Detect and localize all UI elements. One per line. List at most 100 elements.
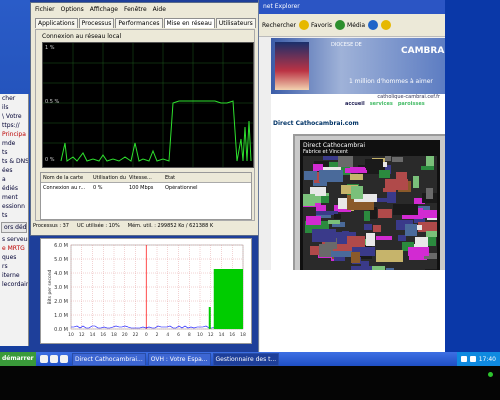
search-button[interactable]: Rechercher <box>262 22 296 29</box>
nav-home-link[interactable]: accueil <box>345 101 365 107</box>
video-glitch-block <box>392 157 403 162</box>
mrtg-x-tick-label: 20 <box>122 332 128 338</box>
tray-clock: 17:40 <box>478 355 496 363</box>
left-window-line-16[interactable]: e MRTG <box>0 244 28 253</box>
table-header-row: Nom de la carte Utilisation du r... Vite… <box>41 173 251 183</box>
col-header-state[interactable]: État <box>163 175 205 181</box>
start-button[interactable]: démarrer <box>0 352 36 366</box>
taskbar-task-1[interactable]: OVH : Votre Espa... <box>147 352 211 366</box>
status-processes: Processus : 37 <box>33 223 69 229</box>
mrtg-y-tick-label: 1.0 M <box>54 313 68 319</box>
left-window-line-7[interactable]: ts & DNS <box>0 157 28 166</box>
menu-item-1[interactable]: Options <box>61 6 84 13</box>
site-nav-links: accueil services paroisses <box>345 101 425 107</box>
left-window-line-0[interactable]: cher <box>0 94 28 103</box>
left-window-line-1[interactable]: ils <box>0 103 28 112</box>
left-window-line-10[interactable]: édiés <box>0 184 28 193</box>
col-header-speed[interactable]: Vitesse... <box>127 175 163 181</box>
media-button[interactable]: Média <box>335 20 365 30</box>
left-window-line-20[interactable]: lecordaire <box>0 280 28 289</box>
video-glitch-block <box>393 204 418 215</box>
video-glitch-block <box>321 196 329 203</box>
mail-button[interactable] <box>381 20 392 30</box>
left-browser-window[interactable]: cher ils \ Votre ttps://Principa mde ts ts & D… <box>0 94 29 346</box>
tab-1[interactable]: Processus <box>78 18 115 28</box>
network-graph-plot <box>43 43 253 167</box>
left-window-line-14[interactable]: ors dédiés <box>1 222 27 233</box>
left-window-line-18[interactable]: rs <box>0 262 28 271</box>
video-glitch-block <box>319 170 343 182</box>
tab-3[interactable]: Mise en réseau <box>163 18 215 28</box>
mrtg-chart-svg: 6.0 M5.0 M4.0 M3.0 M2.0 M1.0 M0.0 M10 12 1… <box>47 243 246 338</box>
search-label: Rechercher <box>262 21 296 29</box>
left-window-line-12[interactable]: essionn <box>0 202 28 211</box>
left-window-line-4[interactable]: Principa <box>0 130 28 139</box>
left-window-line-13[interactable]: ts <box>0 211 28 220</box>
banner-slogan: 1 million d'hommes à aimer <box>349 78 433 85</box>
menu-item-2[interactable]: Affichage <box>90 6 118 13</box>
ie-titlebar[interactable]: net Explorer <box>259 0 446 14</box>
video-glitch-block <box>385 156 391 161</box>
left-window-line-15[interactable]: s serveur <box>0 235 28 244</box>
tab-0[interactable]: Applications <box>35 18 78 28</box>
tab-2[interactable]: Performances <box>115 18 163 28</box>
left-window-line-19[interactable]: iterne <box>0 271 28 280</box>
graph-ylabel-top: 1 % <box>45 45 55 51</box>
video-glitch-block <box>426 231 437 237</box>
mrtg-x-tick-label: 12 <box>208 332 214 338</box>
mrtg-y-tick-label: 6.0 M <box>54 243 68 249</box>
menu-item-3[interactable]: Fenêtre <box>124 6 147 13</box>
status-memory: Mém. util. : 299852 Ko / 621388 K <box>127 223 214 229</box>
quick-launch <box>40 355 68 363</box>
left-window-line-3[interactable]: ttps:// <box>0 121 28 130</box>
left-window-line-17[interactable]: ques <box>0 253 28 262</box>
video-glitch-block <box>366 233 375 246</box>
quicklaunch-ie-icon[interactable] <box>50 355 58 363</box>
tray-volume-icon[interactable] <box>469 356 476 362</box>
task-manager-statusbar: Processus : 37 UC utilisée : 10% Mém. ut… <box>33 223 213 229</box>
left-window-line-11[interactable]: ment <box>0 193 28 202</box>
quicklaunch-desktop-icon[interactable] <box>40 355 48 363</box>
video-glitch-block <box>408 247 429 256</box>
left-window-line-8[interactable]: ées <box>0 166 28 175</box>
video-glitch-block <box>377 198 396 202</box>
video-player[interactable]: Direct Cathocambrai Fabrice et Vincent <box>300 140 440 288</box>
nav-parishes-link[interactable]: paroisses <box>398 101 425 107</box>
network-utilization-graph: 1 % 0.5 % 0 % <box>42 42 254 168</box>
mrtg-x-tick-label: 12 <box>79 332 85 338</box>
taskbar-task-0[interactable]: Direct Cathocambrai... <box>72 352 146 366</box>
mrtg-x-tick-label: 2 <box>156 332 159 338</box>
video-glitch-block <box>351 186 363 199</box>
history-button[interactable] <box>368 20 379 30</box>
left-window-line-6[interactable]: ts <box>0 148 28 157</box>
mrtg-traffic-chart: 6.0 M 5.0 M 4.0 M 3.0 M 2.0 M 1.0 M 0.0 M 10 12 1… <box>40 238 252 344</box>
nav-services-link[interactable]: services <box>370 101 393 107</box>
left-window-line-2[interactable]: \ Votre <box>0 112 28 121</box>
left-window-line-9[interactable]: a <box>0 175 28 184</box>
video-glitch-block <box>331 251 352 257</box>
menu-item-4[interactable]: Aide <box>153 6 166 13</box>
mrtg-x-tick-label: 0 <box>145 332 148 338</box>
quicklaunch-media-icon[interactable] <box>60 355 68 363</box>
tab-4[interactable]: Utilisateurs <box>215 18 256 28</box>
col-header-name[interactable]: Nom de la carte <box>41 175 91 181</box>
video-glitch-block <box>385 179 408 190</box>
table-row[interactable]: Connexion au r... 0 % 100 Mbps Opération… <box>41 183 251 192</box>
favorites-button[interactable]: Favoris <box>298 20 332 30</box>
site-navbar: catholique-cambrai.cef.fr accueil servic… <box>271 94 446 108</box>
video-glitch-block <box>328 220 340 224</box>
desktop-background-right <box>445 0 500 352</box>
tray-network-icon[interactable] <box>460 356 467 362</box>
menu-item-0[interactable]: Fichier <box>35 6 55 13</box>
left-window-line-5[interactable]: mde <box>0 139 28 148</box>
video-glitch-block <box>306 216 321 225</box>
mrtg-y-tick-label: 0.0 M <box>54 327 68 333</box>
col-header-utilization[interactable]: Utilisation du r... <box>91 175 127 181</box>
taskbar-task-2[interactable]: Gestionnaire des t... <box>212 352 280 366</box>
video-glitch-block <box>350 174 363 180</box>
video-subtitle: Fabrice et Vincent <box>303 149 348 155</box>
task-manager-menubar: Fichier Options Affichage Fenêtre Aide <box>31 3 259 16</box>
media-label: Média <box>347 21 366 29</box>
task-manager-window[interactable]: Fichier Options Affichage Fenêtre Aide Appli… <box>30 2 260 236</box>
video-glitch-block <box>413 176 419 188</box>
